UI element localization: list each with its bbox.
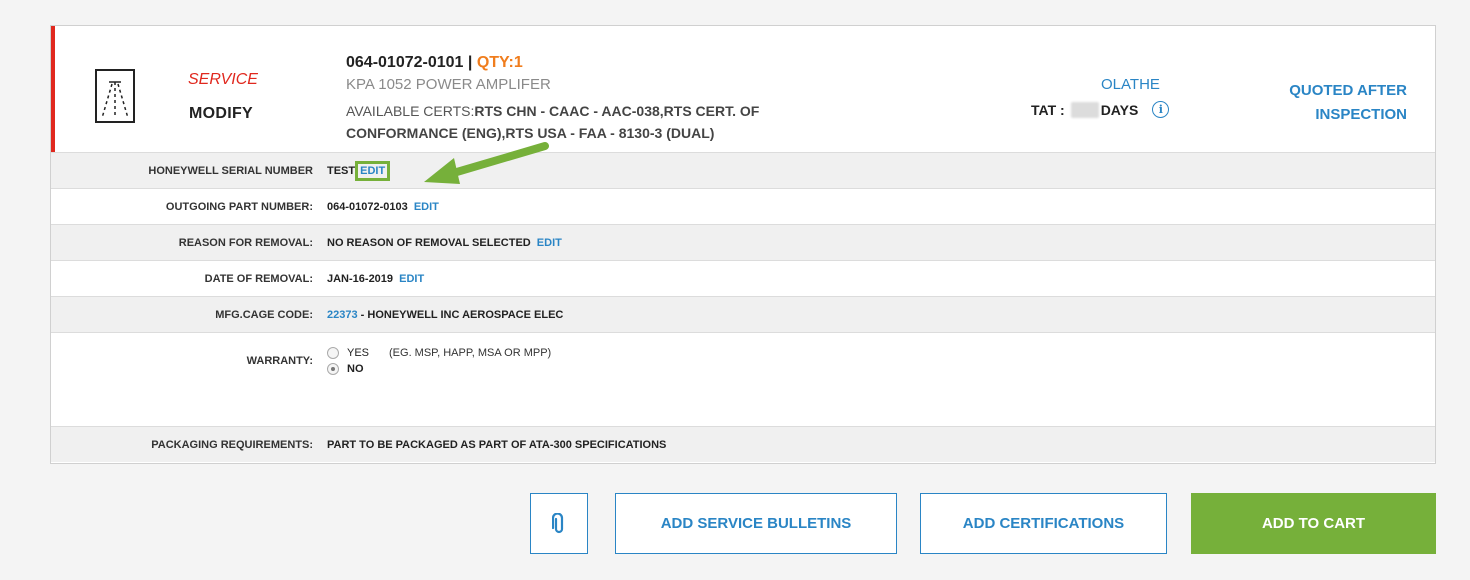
available-certs: AVAILABLE CERTS:RTS CHN - CAAC - AAC-038… xyxy=(346,100,816,144)
cage-code-row: MFG.CAGE CODE: 22373 - HONEYWELL INC AER… xyxy=(51,296,1435,332)
removal-date-row: DATE OF REMOVAL: JAN-16-2019 EDIT xyxy=(51,260,1435,296)
modify-service-icon xyxy=(95,69,135,123)
warranty-row: WARRANTY: YES (EG. MSP, HAPP, MSA OR MPP… xyxy=(51,332,1435,388)
tat-label: TAT : xyxy=(1031,101,1065,118)
turnaround-time: TAT : DAYS i xyxy=(1031,101,1170,118)
removal-date-label: DATE OF REMOVAL: xyxy=(204,272,313,285)
warranty-no-label: NO xyxy=(347,362,364,375)
item-header: SERVICE MODIFY 064-01072-0101 | QTY:1 KP… xyxy=(51,26,1435,152)
warranty-yes-label: YES xyxy=(347,346,370,359)
warranty-yes-note: (EG. MSP, HAPP, MSA OR MPP) xyxy=(389,346,552,359)
packaging-label: PACKAGING REQUIREMENTS: xyxy=(151,438,313,451)
cage-code-name: - HONEYWELL INC AEROSPACE ELEC xyxy=(357,308,564,321)
tat-unit: DAYS xyxy=(1100,101,1139,118)
service-type-label: SERVICE xyxy=(188,71,258,88)
add-certifications-button[interactable]: ADD CERTIFICATIONS xyxy=(920,493,1167,554)
serial-number-value: TEST EDIT xyxy=(327,160,391,181)
cage-code-link[interactable]: 22373 xyxy=(327,309,358,321)
warranty-yes-option[interactable]: YES (EG. MSP, HAPP, MSA OR MPP) xyxy=(327,346,552,359)
edit-outgoing-link[interactable]: EDIT xyxy=(414,201,439,213)
warranty-yes-radio[interactable] xyxy=(327,346,339,359)
price-status: QUOTED AFTER INSPECTION xyxy=(1289,82,1407,123)
edit-serial-link[interactable]: EDIT xyxy=(360,165,385,177)
info-icon[interactable]: i xyxy=(1152,101,1170,118)
certs-prefix: AVAILABLE CERTS: xyxy=(346,103,475,119)
serial-number-label: HONEYWELL SERIAL NUMBER xyxy=(148,164,313,177)
edit-date-link[interactable]: EDIT xyxy=(399,273,424,285)
removal-date-value: JAN-16-2019 EDIT xyxy=(327,273,424,285)
paperclip-icon xyxy=(552,512,564,533)
part-number-text: 064-01072-0101 | xyxy=(346,54,473,71)
outgoing-part-text: 064-01072-0103 xyxy=(327,200,408,213)
removal-reason-text: NO REASON OF REMOVAL SELECTED xyxy=(327,236,531,249)
warranty-options: YES (EG. MSP, HAPP, MSA OR MPP) NO xyxy=(327,346,552,375)
removal-reason-value: NO REASON OF REMOVAL SELECTED EDIT xyxy=(327,237,562,249)
part-description: KPA 1052 POWER AMPLIFER xyxy=(346,76,551,93)
edit-reason-link[interactable]: EDIT xyxy=(537,237,562,249)
removal-reason-row: REASON FOR REMOVAL: NO REASON OF REMOVAL… xyxy=(51,224,1435,260)
removal-reason-label: REASON FOR REMOVAL: xyxy=(178,236,313,249)
packaging-row: PACKAGING REQUIREMENTS: PART TO BE PACKA… xyxy=(51,426,1435,462)
item-card: SERVICE MODIFY 064-01072-0101 | QTY:1 KP… xyxy=(50,25,1436,464)
outgoing-part-label: OUTGOING PART NUMBER: xyxy=(165,200,313,213)
part-number: 064-01072-0101 | QTY:1 xyxy=(346,54,523,72)
add-to-cart-button[interactable]: ADD TO CART xyxy=(1191,493,1436,554)
serial-number-row: HONEYWELL SERIAL NUMBER TEST EDIT xyxy=(51,152,1435,188)
warranty-no-option[interactable]: NO xyxy=(327,362,551,375)
modify-label: MODIFY xyxy=(189,105,254,122)
tat-value-redacted xyxy=(1070,101,1099,118)
warranty-no-radio[interactable] xyxy=(327,362,339,375)
quantity: QTY:1 xyxy=(476,54,523,71)
highlight-box: EDIT xyxy=(355,160,391,181)
service-indicator-bar xyxy=(51,26,55,152)
add-service-bulletins-button[interactable]: ADD SERVICE BULLETINS xyxy=(615,493,897,554)
annotation-arrow-icon xyxy=(424,142,549,184)
warranty-label: WARRANTY: xyxy=(246,354,313,367)
serial-number-text: TEST xyxy=(327,164,356,177)
repair-location[interactable]: OLATHE xyxy=(1101,76,1160,93)
removal-date-text: JAN-16-2019 xyxy=(327,272,394,285)
cage-code-label: MFG.CAGE CODE: xyxy=(215,308,313,321)
attach-file-button[interactable] xyxy=(530,493,588,554)
packaging-value: PART TO BE PACKAGED AS PART OF ATA-300 S… xyxy=(327,438,667,451)
outgoing-part-row: OUTGOING PART NUMBER: 064-01072-0103 EDI… xyxy=(51,188,1435,224)
cage-code-value: 22373 - HONEYWELL INC AEROSPACE ELEC xyxy=(327,309,563,321)
outgoing-part-value: 064-01072-0103 EDIT xyxy=(327,201,439,213)
